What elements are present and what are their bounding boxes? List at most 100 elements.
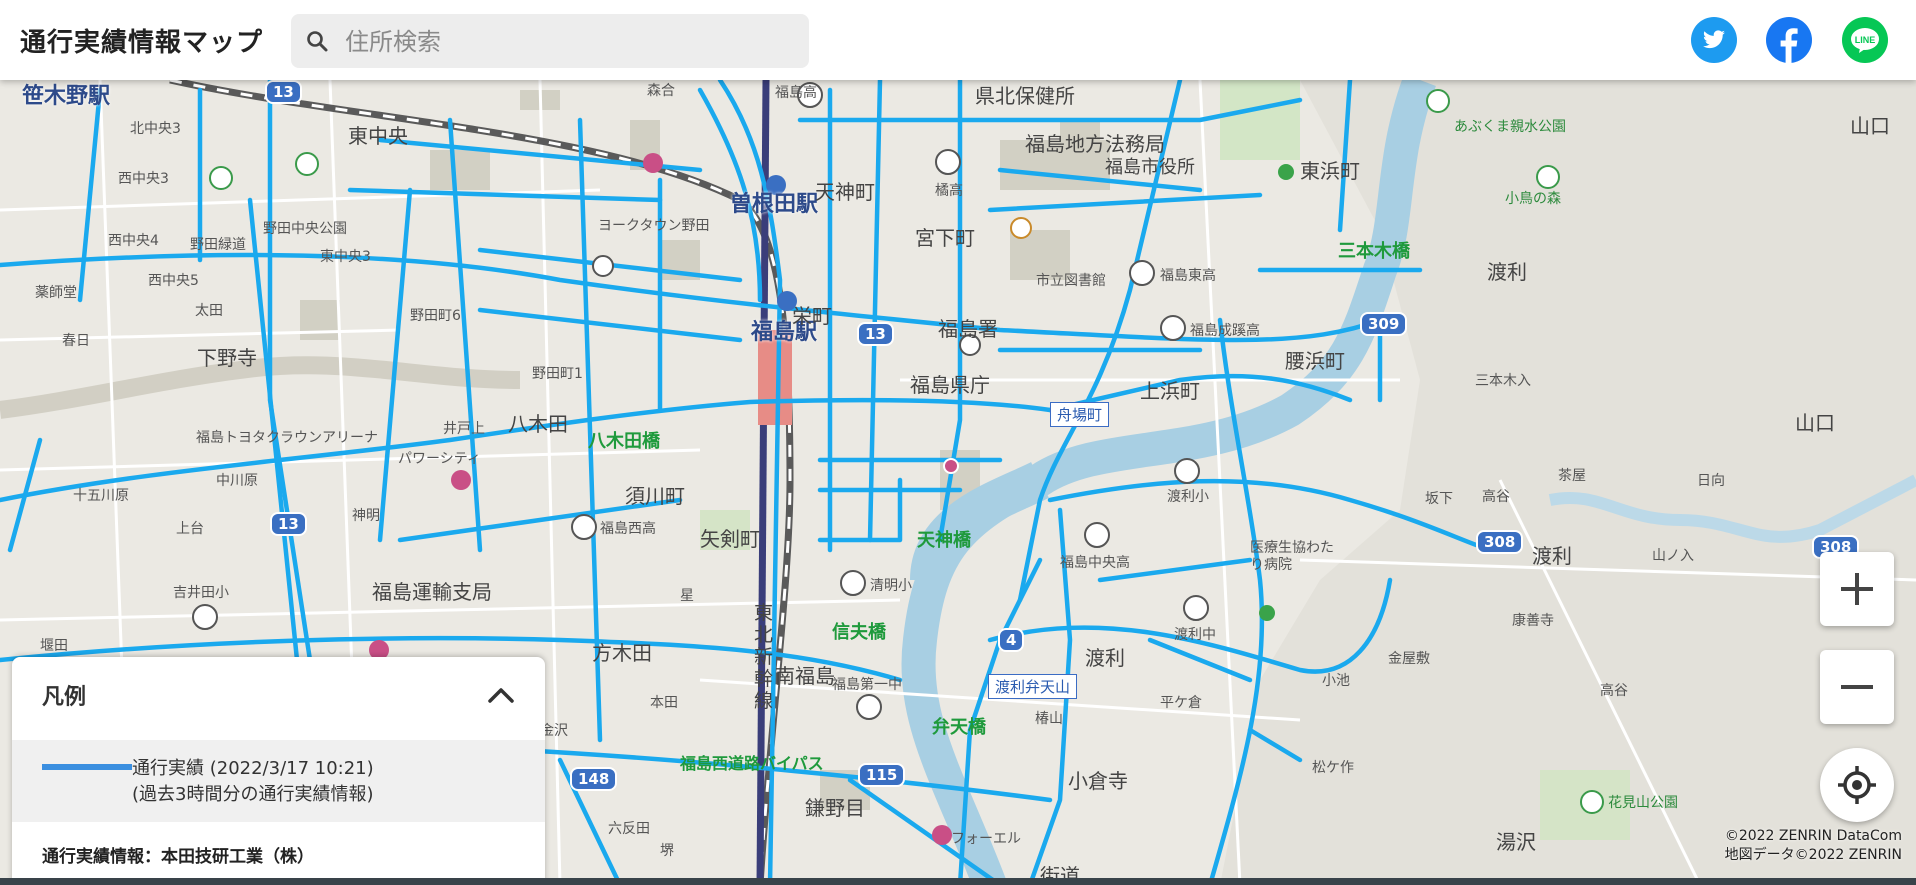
search-box[interactable] — [291, 14, 809, 68]
route-shield-115: 115 — [858, 763, 906, 787]
map-label-nishinaka5: 西中央5 — [148, 273, 199, 289]
map-label-sone-station: 曽根田駅 — [730, 192, 819, 217]
map-label-matsuki: 松ケ作 — [1312, 760, 1354, 776]
facebook-share-button[interactable] — [1766, 17, 1812, 63]
map-label-kamihama: 上浜町 — [1140, 379, 1200, 403]
map-label-koshihama: 腰浜町 — [1285, 349, 1345, 373]
map-label-yagita-bridge: 八木田橋 — [588, 431, 660, 452]
route-shield-148: 148 — [570, 767, 618, 791]
map-label-nishibypass: 福島西道路バイパス — [680, 754, 824, 773]
map-label-city-hall: 福島市役所 — [1105, 157, 1195, 178]
map-label-hanamiyama: 花見山公園 — [1608, 795, 1678, 811]
legend-panel: 凡例 通行実績 (2022/3/17 10:21) (過去3時間分の通行実績情報… — [12, 657, 545, 885]
map-label-benten-bridge: 弁天橋 — [932, 717, 986, 738]
legend-collapse-button[interactable] — [485, 679, 517, 711]
map-label-kinseki: 金屋敷 — [1388, 651, 1430, 667]
legend-entry-sublabel: (過去3時間分の通行実績情報) — [132, 784, 374, 805]
map-label-yamaguchi-2: 山口 — [1795, 411, 1835, 435]
map-label-yorktown: ヨークタウン野田 — [598, 218, 710, 234]
map-label-nishinaka4: 西中央4 — [108, 233, 159, 249]
map-label-koike: 小池 — [1322, 673, 1350, 689]
map-label-miyashita: 宮下町 — [915, 226, 975, 250]
map-label-nodachuo-park: 野田中央公園 — [263, 221, 347, 237]
legend-route-swatch — [42, 764, 132, 770]
map-label-iryo-hospital: 医療生協わたり病院 — [1250, 540, 1334, 573]
map-label-watari-es: 渡利小 — [1167, 489, 1209, 505]
map-label-tsubaki: 椿山 — [1035, 711, 1063, 727]
copyright-line-2: 地図データ©2022 ZENRIN — [1724, 847, 1902, 863]
map-label-shinmei: 神明 — [352, 508, 380, 524]
map-label-abukuma-park: あぶくま親水公園 — [1454, 119, 1566, 135]
legend-entry: 通行実績 (2022/3/17 10:21) (過去3時間分の通行実績情報) — [12, 740, 545, 822]
map-label-first-jhs: 福島第一中 — [832, 677, 902, 693]
legend-entry-label: 通行実績 (2022/3/17 10:21) — [132, 758, 374, 779]
map-label-higashinaka3: 東中央3 — [320, 249, 371, 265]
crosshair-icon — [1838, 766, 1876, 804]
minus-icon — [1841, 685, 1873, 689]
map-label-police: 福島署 — [938, 317, 998, 341]
route-shield-13-north: 13 — [265, 80, 302, 104]
line-icon-label: LINE — [1855, 35, 1876, 45]
search-input[interactable] — [343, 22, 797, 62]
map-label-ota: 太田 — [195, 303, 223, 319]
map-label-higashinaka: 東中央 — [348, 124, 408, 148]
map-label-watari-2: 渡利 — [1532, 544, 1572, 568]
map-label-funaba: 舟場町 — [1050, 402, 1110, 427]
map-label-hoki: 方木田 — [592, 641, 652, 665]
map-label-kagata: 堰田 — [40, 638, 68, 654]
map-label-kamasaka: 鎌野目 — [805, 796, 865, 820]
map-label-nakagawara: 中川原 — [216, 473, 258, 489]
route-shield-13-south: 13 — [270, 512, 307, 536]
map-label-sukawa: 須川町 — [625, 484, 685, 508]
map-label-kasuga: 春日 — [62, 333, 90, 349]
copyright-line-1: ©2022 ZENRIN DataCom — [1724, 828, 1902, 844]
map-label-health-center: 県北保健所 — [975, 84, 1075, 108]
map-label-yoshii: 吉井田小 — [173, 585, 229, 601]
zoom-in-button[interactable] — [1820, 552, 1894, 626]
map-label-shimizu: 清明小 — [870, 578, 912, 594]
map-label-kamiue: 上台 — [176, 521, 204, 537]
map-label-fukushima-higashi: 福島東高 — [1160, 268, 1216, 284]
map-label-noda1: 野田町1 — [532, 366, 583, 382]
map-label-yakushido: 薬師堂 — [35, 285, 77, 301]
map-label-yamanoiri: 山ノ入 — [1652, 548, 1694, 564]
map-label-ikenoue: 井戸上 — [443, 421, 485, 437]
map-label-yamakita: 坂下 — [1425, 491, 1453, 507]
twitter-share-button[interactable] — [1691, 17, 1737, 63]
map-label-watari: 渡利 — [1487, 260, 1527, 284]
route-shield-13-center: 13 — [857, 322, 894, 346]
map-label-foeru: フォーエル — [951, 831, 1021, 847]
park-area — [1220, 80, 1300, 160]
map-label-watari-3: 渡利 — [1085, 646, 1125, 670]
map-copyright: ©2022 ZENRIN DataCom 地図データ©2022 ZENRIN — [1725, 827, 1902, 865]
map-label-chaya: 茶屋 — [1558, 468, 1586, 484]
twitter-icon — [1691, 17, 1737, 63]
facebook-icon — [1766, 17, 1812, 63]
map-label-ogura: 小倉寺 — [1068, 769, 1128, 793]
map-label-yuzawa: 湯沢 — [1496, 830, 1536, 854]
map-label-noda6: 野田町6 — [410, 308, 461, 324]
map-label-takaya: 高谷 — [1600, 683, 1628, 699]
map-label-sakae: 栄町 — [792, 304, 832, 328]
map-label-kojima-forest: 小鳥の森 — [1505, 191, 1561, 207]
map-label-sanbongi: 三本木入 — [1475, 373, 1531, 389]
search-icon — [307, 31, 328, 52]
line-share-button[interactable]: LINE — [1842, 17, 1888, 63]
map-label-seiryo: 福島成蹊高 — [1190, 323, 1260, 339]
map-label-sanbongi-bridge: 三本木橋 — [1338, 241, 1410, 262]
map-label-yaganda: 矢剣町 — [700, 527, 760, 551]
map-label-yagita: 八木田 — [508, 412, 568, 436]
bottom-bar — [0, 878, 1916, 885]
map-label-shinobu-bridge: 信夫橋 — [832, 622, 886, 643]
map-label-higashihama: 東浜町 — [1300, 159, 1360, 183]
map-label-fukushima-nishi: 福島西高 — [600, 521, 656, 537]
zoom-out-button[interactable] — [1820, 650, 1894, 724]
map-label-pref-office: 福島県庁 — [910, 373, 990, 397]
current-location-button[interactable] — [1820, 748, 1894, 822]
map-label-city-library: 市立図書館 — [1036, 273, 1106, 289]
map-label-nishinaka3: 西中央3 — [118, 171, 169, 187]
map-label-roku: 六反田 — [608, 821, 650, 837]
app-title: 通行実績情報マップ — [20, 28, 264, 58]
map-label-sasakino-station: 笹木野駅 — [22, 84, 111, 109]
map-label-minami-fukushima: 南福島 — [775, 664, 835, 688]
